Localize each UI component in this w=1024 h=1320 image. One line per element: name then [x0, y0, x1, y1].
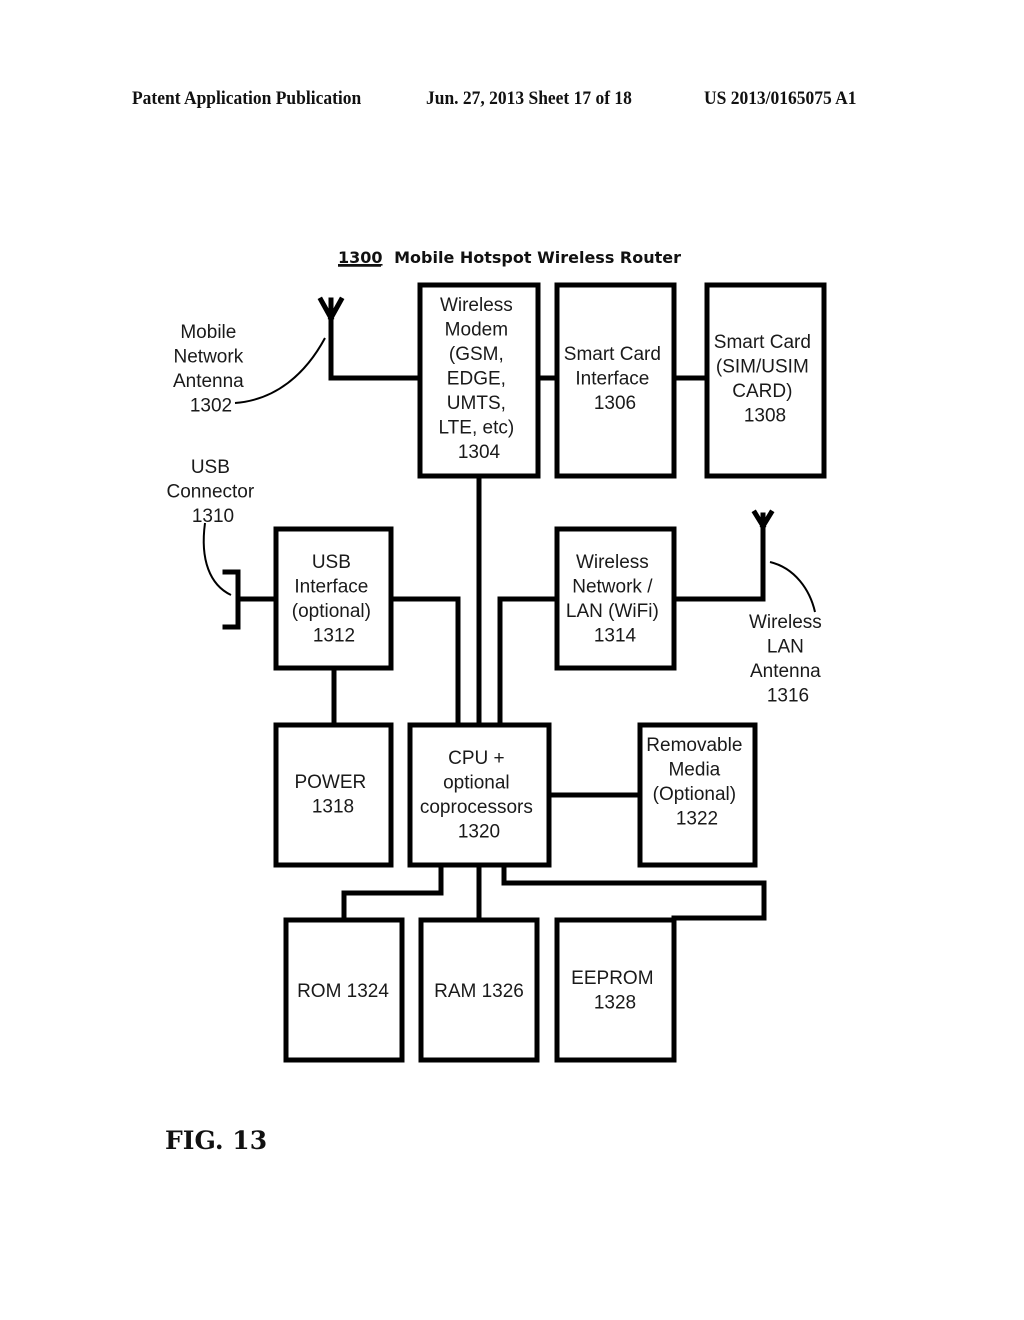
diagram-title-ref: 1300	[338, 248, 383, 267]
leader-usb-connector	[202, 522, 232, 596]
leader-wlan-antenna	[769, 561, 816, 613]
block-usb-interface	[273, 526, 394, 671]
usb-connector-icon	[222, 569, 241, 630]
figure-label: FIG. 13	[165, 1126, 267, 1155]
callout-wlan-antenna: Wireless LAN Antenna 1316	[749, 612, 827, 707]
wire-wifi-antenna	[671, 525, 766, 602]
block-diagram: 1300 Mobile Hotspot Wireless Router Wire…	[165, 248, 827, 1155]
wire-antenna-modem	[328, 317, 423, 381]
callout-usb-connector: USB Connector 1310	[167, 457, 260, 527]
label-ram: RAM 1326	[434, 981, 524, 1002]
label-rom: ROM 1324	[297, 981, 389, 1002]
wire-usb-cpu	[388, 596, 461, 728]
mobile-antenna-icon	[317, 296, 345, 325]
block-eeprom	[554, 917, 677, 1063]
label-wireless-modem: Wireless Modem (GSM, EDGE, UMTS, LTE, et…	[439, 295, 520, 463]
diagram-title: 1300 Mobile Hotspot Wireless Router	[338, 248, 681, 267]
diagram-title-text: Mobile Hotspot Wireless Router	[394, 248, 681, 267]
block-power	[273, 722, 394, 868]
wlan-antenna-icon	[751, 509, 775, 533]
block-cpu	[407, 722, 552, 868]
block-wifi	[554, 526, 677, 671]
wire-cpu-rom	[341, 862, 444, 923]
wire-wifi-cpu	[497, 596, 560, 728]
wire-cpu-eeprom	[501, 862, 767, 921]
